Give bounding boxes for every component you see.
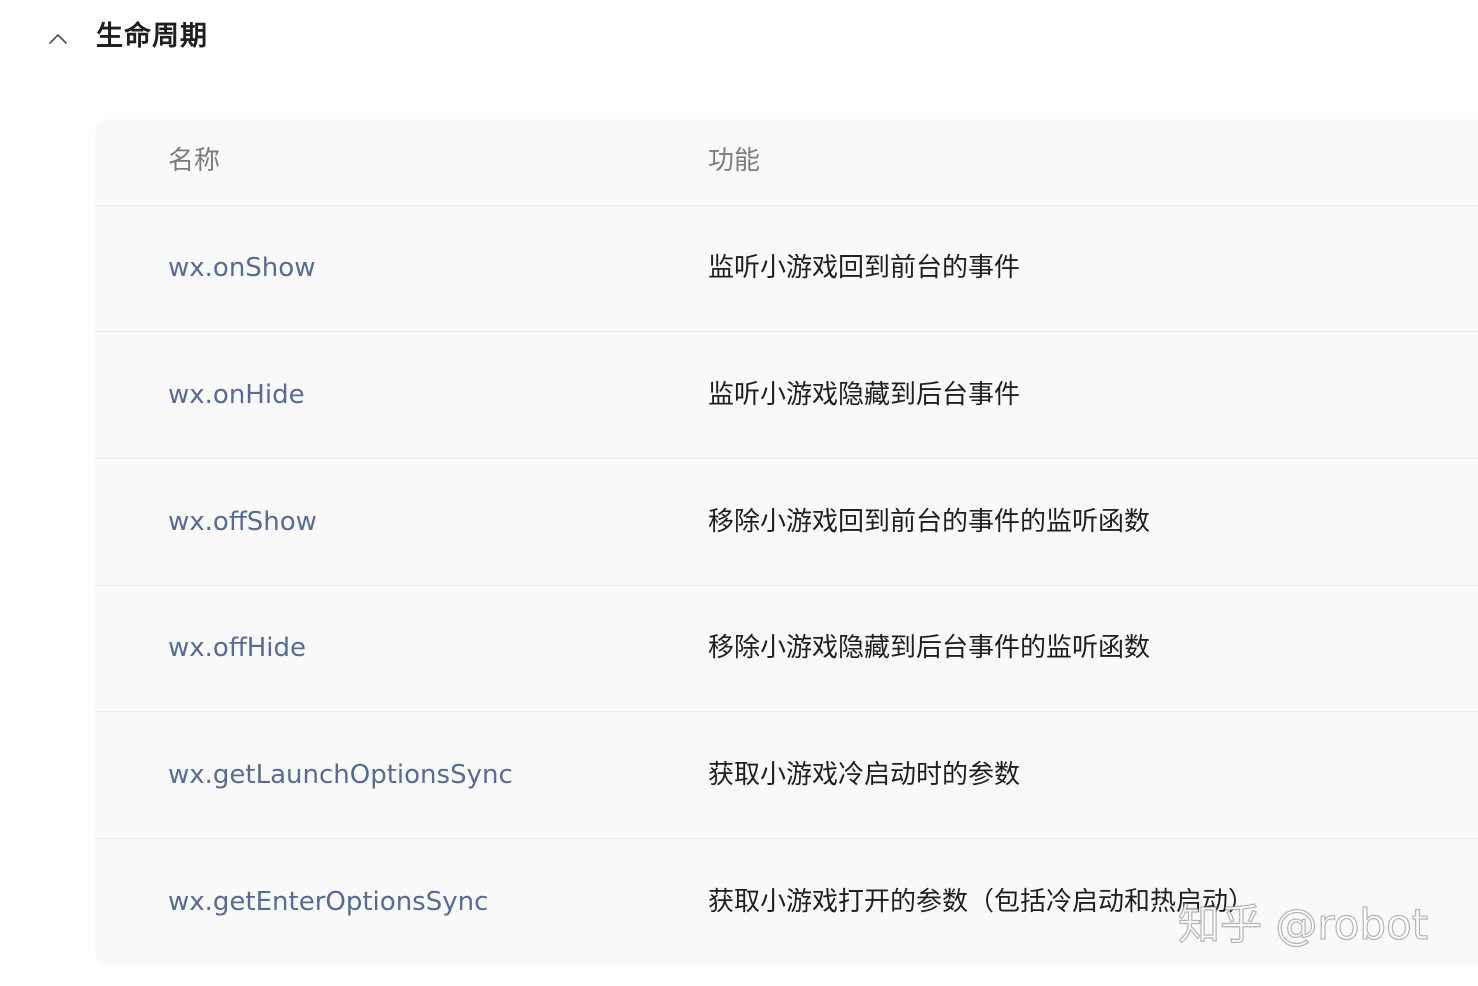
- api-description: 获取小游戏打开的参数（包括冷启动和热启动）: [708, 887, 1255, 917]
- api-name-link[interactable]: wx.offShow: [168, 504, 317, 540]
- api-description: 移除小游戏回到前台的事件的监听函数: [708, 507, 1151, 537]
- table-row[interactable]: wx.getLaunchOptionsSync 获取小游戏冷启动时的参数: [95, 712, 1478, 839]
- chevron-up-icon: [49, 34, 67, 44]
- column-header-name: 名称: [168, 146, 221, 176]
- api-name-link[interactable]: wx.onHide: [168, 377, 305, 413]
- api-name-link[interactable]: wx.getEnterOptionsSync: [168, 884, 488, 920]
- api-description: 移除小游戏隐藏到后台事件的监听函数: [708, 633, 1151, 663]
- table-header: 名称 功能: [95, 119, 1478, 206]
- api-name-link[interactable]: wx.onShow: [168, 250, 315, 286]
- api-description: 监听小游戏隐藏到后台事件: [708, 380, 1021, 410]
- table-row[interactable]: wx.onShow 监听小游戏回到前台的事件: [95, 205, 1478, 332]
- api-name-link[interactable]: wx.offHide: [168, 630, 306, 666]
- section-header: 生命周期: [0, 0, 1478, 76]
- api-description: 监听小游戏回到前台的事件: [708, 253, 1021, 283]
- column-header-function: 功能: [708, 146, 761, 176]
- section-title: 生命周期: [96, 21, 208, 52]
- api-name-link[interactable]: wx.getLaunchOptionsSync: [168, 757, 513, 793]
- api-description: 获取小游戏冷启动时的参数: [708, 760, 1021, 790]
- table-row[interactable]: wx.onHide 监听小游戏隐藏到后台事件: [95, 332, 1478, 459]
- table-row[interactable]: wx.getEnterOptionsSync 获取小游戏打开的参数（包括冷启动和…: [95, 839, 1478, 965]
- api-table: 名称 功能 wx.onShow 监听小游戏回到前台的事件 wx.onHide 监…: [95, 119, 1478, 965]
- collapse-toggle-button[interactable]: [40, 22, 76, 56]
- table-row[interactable]: wx.offShow 移除小游戏回到前台的事件的监听函数: [95, 459, 1478, 586]
- table-row[interactable]: wx.offHide 移除小游戏隐藏到后台事件的监听函数: [95, 585, 1478, 712]
